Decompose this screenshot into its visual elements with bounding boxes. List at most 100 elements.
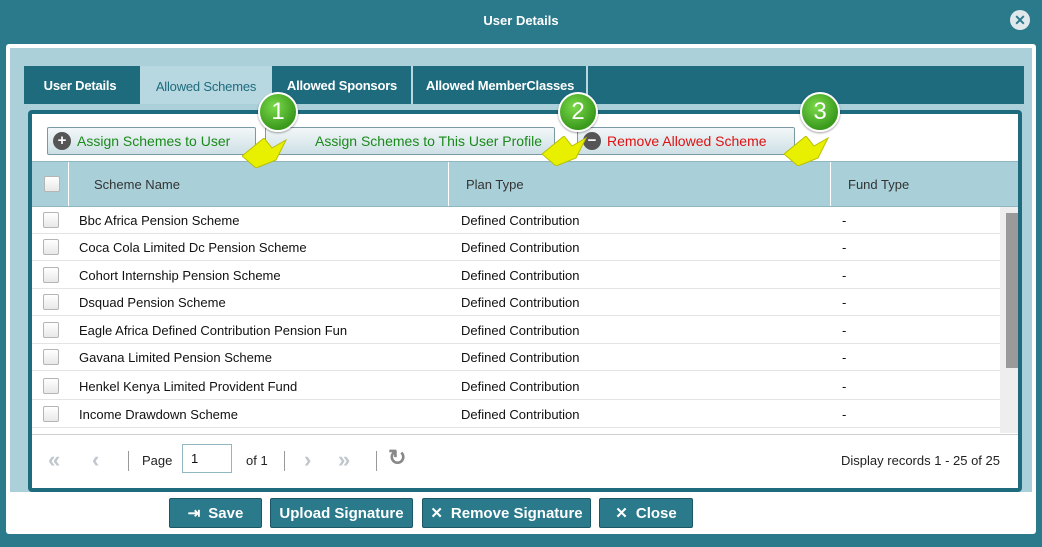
content-background: User Details Allowed Schemes Allowed Spo…	[10, 48, 1032, 492]
column-header-plan-type[interactable]: Plan Type	[466, 162, 524, 206]
pager-divider	[128, 451, 129, 471]
callout-arrow-2	[542, 136, 588, 166]
page-count-label: of 1	[246, 453, 268, 468]
row-checkbox[interactable]	[43, 239, 59, 255]
callout-number: 1	[271, 98, 285, 125]
select-all-checkbox[interactable]	[44, 176, 60, 192]
assign-schemes-to-profile-button[interactable]: Assign Schemes to This User Profile	[265, 127, 555, 155]
table-row[interactable]: Income Drawdown Scheme Defined Contribut…	[32, 401, 1000, 428]
plan-type-cell: Defined Contribution	[461, 350, 580, 365]
close-button[interactable]: ✕ Close	[599, 498, 693, 528]
fund-type-cell: -	[842, 379, 847, 394]
column-divider	[830, 162, 831, 206]
remove-allowed-scheme-button[interactable]: − Remove Allowed Scheme	[577, 127, 795, 155]
tab-bar: User Details Allowed Schemes Allowed Spo…	[24, 66, 1024, 104]
column-header-scheme-name[interactable]: Scheme Name	[94, 162, 180, 206]
tab-allowed-schemes[interactable]: Allowed Schemes	[140, 66, 272, 104]
column-header-fund-type[interactable]: Fund Type	[848, 162, 909, 206]
scheme-name-cell: Income Drawdown Scheme	[79, 407, 238, 422]
table-row[interactable]: Coca Cola Limited Dc Pension Scheme Defi…	[32, 234, 1000, 261]
column-label: Scheme Name	[94, 176, 180, 192]
pager-divider	[376, 451, 377, 471]
fund-type-cell: -	[842, 213, 847, 228]
window-title: User Details	[483, 12, 559, 28]
pagination-bar: « ‹ Page 1 of 1 › » ↻ Display records 1 …	[32, 434, 1018, 488]
callout-number: 3	[813, 98, 827, 125]
page-number-input[interactable]: 1	[182, 444, 232, 473]
fund-type-cell: -	[842, 350, 847, 365]
button-label: Assign Schemes to User	[77, 133, 231, 149]
refresh-icon[interactable]: ↻	[388, 445, 406, 471]
scrollbar-thumb[interactable]	[1006, 213, 1018, 368]
fund-type-cell: -	[842, 323, 847, 338]
table-row[interactable]: Gavana Limited Pension Scheme Defined Co…	[32, 344, 1000, 371]
plan-type-cell: Defined Contribution	[461, 295, 580, 310]
plan-type-cell: Defined Contribution	[461, 323, 580, 338]
upload-signature-button[interactable]: Upload Signature	[270, 498, 413, 528]
table-row[interactable]: Henkel Kenya Limited Provident Fund Defi…	[32, 373, 1000, 400]
table-row[interactable]: Eagle Africa Defined Contribution Pensio…	[32, 317, 1000, 344]
row-checkbox[interactable]	[43, 267, 59, 283]
row-checkbox[interactable]	[43, 406, 59, 422]
callout-arrow-3	[784, 136, 830, 166]
last-page-icon[interactable]: »	[338, 447, 350, 473]
tab-allowed-memberclasses[interactable]: Allowed MemberClasses	[414, 66, 586, 104]
scheme-name-cell: Eagle Africa Defined Contribution Pensio…	[79, 323, 348, 338]
tab-divider	[411, 66, 413, 104]
scheme-name-cell: Cohort Internship Pension Scheme	[79, 268, 281, 283]
callout-arrow-1	[242, 138, 288, 168]
tab-user-details[interactable]: User Details	[24, 66, 136, 104]
tab-allowed-sponsors[interactable]: Allowed Sponsors	[276, 66, 408, 104]
callout-badge-1: 1	[258, 92, 298, 132]
table-row[interactable]: Dsquad Pension Scheme Defined Contributi…	[32, 289, 1000, 316]
button-label: Remove Allowed Scheme	[607, 133, 767, 149]
row-checkbox[interactable]	[43, 322, 59, 338]
column-label: Plan Type	[466, 176, 524, 192]
fund-type-cell: -	[842, 295, 847, 310]
table-row[interactable]: Bbc Africa Pension Scheme Defined Contri…	[32, 207, 1000, 234]
scheme-name-cell: Coca Cola Limited Dc Pension Scheme	[79, 240, 307, 255]
allowed-schemes-panel: + Assign Schemes to User Assign Schemes …	[28, 92, 1022, 492]
prev-page-icon[interactable]: ‹	[92, 447, 99, 473]
plan-type-cell: Defined Contribution	[461, 240, 580, 255]
page-label: Page	[142, 453, 173, 468]
row-checkbox[interactable]	[43, 212, 59, 228]
dialog-body: User Details Allowed Schemes Allowed Spo…	[6, 44, 1036, 534]
table-row[interactable]: Cohort Internship Pension Scheme Defined…	[32, 262, 1000, 289]
first-page-icon[interactable]: «	[48, 447, 60, 473]
row-checkbox[interactable]	[43, 294, 59, 310]
plus-circle-icon: +	[53, 132, 71, 150]
pager-divider	[284, 451, 285, 471]
records-display-text: Display records 1 - 25 of 25	[841, 453, 1000, 468]
remove-signature-button[interactable]: ✕ Remove Signature	[422, 498, 591, 528]
button-label: Remove Signature	[450, 504, 583, 522]
callout-number: 2	[571, 98, 585, 125]
column-label: Fund Type	[848, 176, 910, 192]
user-details-window: User Details ✕ User Details Allowed Sche…	[0, 0, 1042, 547]
button-label: Close	[635, 504, 677, 522]
scheme-name-cell: Bbc Africa Pension Scheme	[79, 213, 240, 228]
row-checkbox[interactable]	[43, 378, 59, 394]
save-button[interactable]: ⇥ Save	[169, 498, 262, 528]
plan-type-cell: Defined Contribution	[461, 268, 580, 283]
fund-type-cell: -	[842, 407, 847, 422]
column-divider	[68, 162, 69, 206]
grid-scrollbar[interactable]	[1000, 207, 1018, 433]
plan-type-cell: Defined Contribution	[461, 379, 580, 394]
callout-badge-2: 2	[558, 92, 598, 132]
scheme-name-cell: Henkel Kenya Limited Provident Fund	[79, 379, 298, 394]
column-divider	[448, 162, 449, 206]
sign-in-icon: ⇥	[187, 505, 201, 522]
row-checkbox[interactable]	[43, 349, 59, 365]
tab-label: User Details	[43, 77, 117, 93]
scheme-name-cell: Gavana Limited Pension Scheme	[79, 350, 272, 365]
close-icon: ✕	[615, 505, 628, 522]
close-icon[interactable]: ✕	[1010, 10, 1030, 30]
tab-label: Allowed Schemes	[155, 78, 257, 94]
window-titlebar: User Details ✕	[0, 0, 1042, 40]
next-page-icon[interactable]: ›	[304, 447, 311, 473]
assign-schemes-to-user-button[interactable]: + Assign Schemes to User	[47, 127, 256, 155]
tab-label: Allowed Sponsors	[286, 77, 398, 93]
tab-label: Allowed MemberClasses	[425, 77, 575, 93]
grid-rows: Bbc Africa Pension Scheme Defined Contri…	[32, 207, 1000, 433]
